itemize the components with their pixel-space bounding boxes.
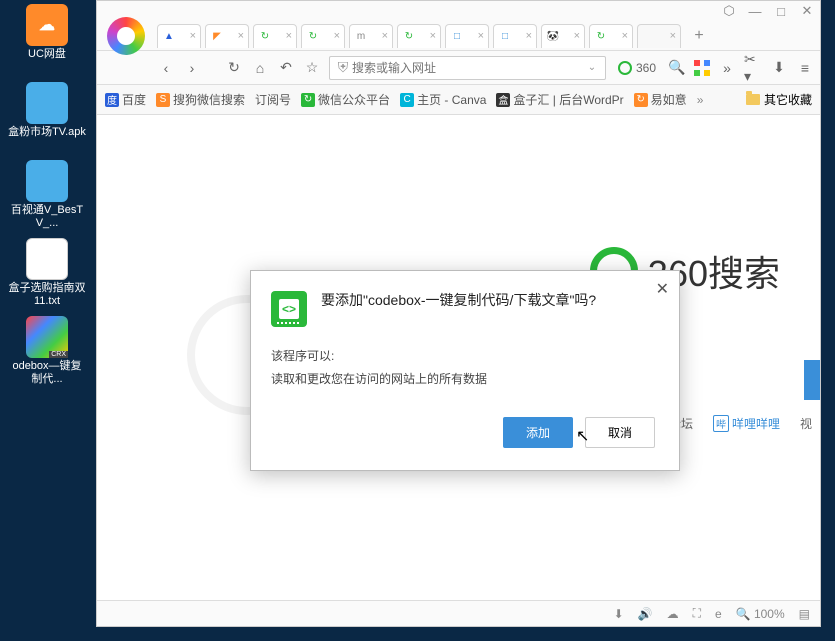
bookmark-wechat[interactable]: ↻微信公众平台 (301, 91, 390, 108)
tab-close-icon[interactable]: × (478, 30, 484, 42)
tab-close-icon[interactable]: × (382, 30, 388, 42)
desktop-icon-uc[interactable]: ☁ UC网盘 (8, 4, 86, 76)
forward-button[interactable]: › (183, 59, 201, 77)
extensions-area: » ✂ ▾ ⬇ ≡ (694, 59, 814, 77)
bookmark-canva[interactable]: C主页 - Canva (400, 91, 486, 108)
desktop-icon-apk[interactable]: 盒粉市场TV.apk (8, 82, 86, 154)
dialog-confirm-button[interactable]: 添加 (503, 417, 573, 448)
ie-mode-icon[interactable]: e (715, 607, 722, 621)
reload-button[interactable]: ↻ (225, 59, 243, 77)
scissors-icon[interactable]: ✂ ▾ (744, 59, 762, 77)
tab-active[interactable]: × (637, 24, 681, 48)
dialog-close-button[interactable]: ✕ (656, 279, 669, 299)
dialog-body: 该程序可以: 读取和更改您在访问的网站上的所有数据 (271, 345, 655, 391)
desktop-icon-label: 百视通V_BesTV_... (8, 204, 86, 230)
new-tab-button[interactable]: + (685, 24, 713, 48)
tab[interactable]: m× (349, 24, 393, 48)
close-button[interactable]: ✕ (800, 4, 814, 18)
bookmark-other-folder[interactable]: 其它收藏 (746, 91, 812, 108)
window-titlebar: ⬡ — □ ✕ (97, 1, 820, 21)
tab[interactable]: ↻× (301, 24, 345, 48)
tab-strip: ▲× ◤× ↻× ↻× m× ↻× □× □× 🐼× ↻× × + (97, 21, 820, 51)
bookmark-wordpress[interactable]: 盒盒子汇 | 后台WordPr (496, 91, 623, 108)
sidebar-icon[interactable]: ▤ (799, 607, 810, 621)
maximize-button[interactable]: □ (774, 4, 788, 18)
tab-close-icon[interactable]: × (334, 30, 340, 42)
star-button[interactable]: ☆ (303, 59, 321, 77)
dropdown-icon[interactable]: ⌄ (583, 59, 601, 77)
apps-grid-icon[interactable] (694, 60, 710, 76)
tab[interactable]: 🐼× (541, 24, 585, 48)
desktop-icon-crx[interactable]: CRX odebox—键复制代... (8, 316, 86, 388)
zoom-label[interactable]: 🔍 100% (736, 607, 785, 621)
bookmark-yiruyi[interactable]: ↻易如意 (634, 91, 687, 108)
tab-close-icon[interactable]: × (574, 30, 580, 42)
address-input[interactable] (352, 61, 583, 75)
engine-360-icon (618, 61, 632, 75)
desktop: ☁ UC网盘 盒粉市场TV.apk 百视通V_BesTV_... 盒子选购指南双… (0, 0, 96, 641)
shield-icon: ⛨ (334, 59, 352, 77)
dialog-cancel-button[interactable]: 取消 (585, 417, 655, 448)
minimize-button[interactable]: — (748, 4, 762, 18)
tab-close-icon[interactable]: × (670, 30, 676, 42)
desktop-icon-label: 盒子选购指南双11.txt (8, 282, 86, 308)
tab-close-icon[interactable]: × (286, 30, 292, 42)
address-bar: ‹ › ↻ ⌂ ↶ ☆ ⛨ ⌄ 360 🔍 » ✂ ▾ ⬇ ≡ (97, 51, 820, 85)
address-input-wrap[interactable]: ⛨ ⌄ (329, 56, 606, 80)
bookmark-bar: 度百度 S搜狗微信搜索 订阅号 ↻微信公众平台 C主页 - Canva 盒盒子汇… (97, 85, 820, 115)
tab[interactable]: ↻× (589, 24, 633, 48)
tab[interactable]: ↻× (397, 24, 441, 48)
bookmark-sogou[interactable]: S搜狗微信搜索 (156, 91, 245, 108)
extension-icon: <> (271, 291, 307, 327)
tab-close-icon[interactable]: × (622, 30, 628, 42)
search-button[interactable]: 🔍 (668, 59, 686, 77)
tab[interactable]: □× (493, 24, 537, 48)
bookmark-dingyue[interactable]: 订阅号 (255, 91, 291, 108)
folder-icon (746, 94, 760, 105)
cloud-icon[interactable]: ☁ (667, 607, 679, 621)
bookmark-overflow[interactable]: » (697, 93, 704, 107)
tab[interactable]: ◤× (205, 24, 249, 48)
tab[interactable]: ↻× (253, 24, 297, 48)
nav-video[interactable]: 视 (800, 415, 812, 432)
browser-logo-icon[interactable] (107, 17, 145, 55)
page-nav: 论坛 哔咩哩咩哩 视 (669, 415, 820, 432)
tab[interactable]: ▲× (157, 24, 201, 48)
tab[interactable]: □× (445, 24, 489, 48)
download-status-icon[interactable]: ⬇ (614, 607, 624, 621)
dialog-title: 要添加"codebox-一键复制代码/下载文章"吗? (321, 291, 596, 311)
desktop-icon-bestv[interactable]: 百视通V_BesTV_... (8, 160, 86, 232)
tab-close-icon[interactable]: × (526, 30, 532, 42)
back-button[interactable]: ‹ (157, 59, 175, 77)
tab-close-icon[interactable]: × (238, 30, 244, 42)
desktop-icon-label: odebox—键复制代... (8, 360, 86, 386)
fullscreen-icon[interactable]: ⛶ (693, 606, 701, 621)
tab-close-icon[interactable]: × (430, 30, 436, 42)
search-button-edge[interactable] (804, 360, 820, 400)
tab-close-icon[interactable]: × (190, 30, 196, 42)
history-button[interactable]: ↶ (277, 59, 295, 77)
desktop-icon-label: UC网盘 (28, 48, 66, 61)
speaker-icon[interactable]: 🔊 (638, 607, 653, 621)
desktop-icon-txt[interactable]: 盒子选购指南双11.txt (8, 238, 86, 310)
status-bar: ⬇ 🔊 ☁ ⛶ e 🔍 100% ▤ (97, 600, 820, 626)
nav-bilibili[interactable]: 哔咩哩咩哩 (713, 415, 780, 432)
home-button[interactable]: ⌂ (251, 59, 269, 77)
desktop-icon-label: 盒粉市场TV.apk (8, 126, 86, 139)
dialog-perm-header: 该程序可以: (271, 345, 655, 368)
download-icon[interactable]: ⬇ (770, 59, 788, 77)
menu-icon[interactable]: ≡ (796, 59, 814, 77)
pin-icon[interactable]: ⬡ (722, 4, 736, 18)
bookmark-baidu[interactable]: 度百度 (105, 91, 146, 108)
dialog-perm-line: 读取和更改您在访问的网站上的所有数据 (271, 368, 655, 391)
search-engine-selector[interactable]: 360 (614, 61, 660, 75)
engine-label: 360 (636, 61, 656, 75)
overflow-icon[interactable]: » (718, 59, 736, 77)
extension-install-dialog: ✕ <> 要添加"codebox-一键复制代码/下载文章"吗? 该程序可以: 读… (250, 270, 680, 471)
